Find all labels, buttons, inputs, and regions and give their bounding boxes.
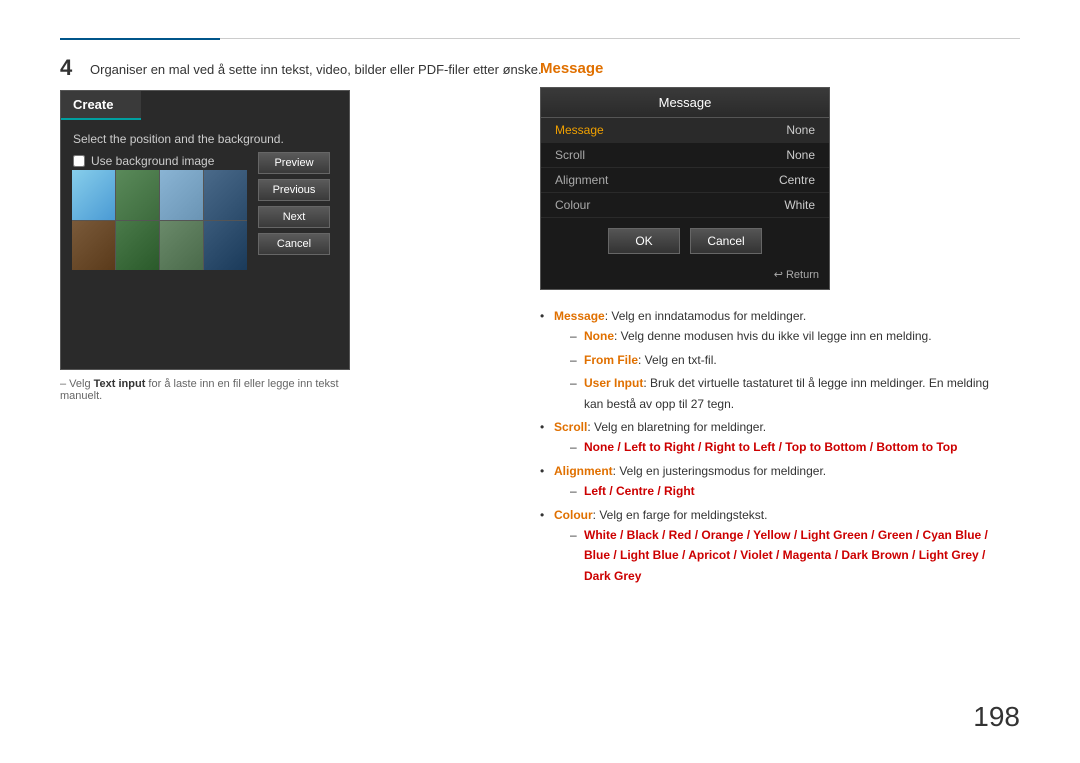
next-button[interactable]: Next: [258, 206, 330, 228]
note-bold: Text input: [94, 378, 146, 390]
use-background-checkbox[interactable]: [73, 155, 85, 167]
desc-colour: Colour: Velg en farge for meldingstekst.…: [540, 505, 1010, 587]
message-dialog-buttons: OK Cancel: [541, 218, 829, 264]
thumbnail-area: [72, 170, 247, 270]
desc-colour-options: White / Black / Red / Orange / Yellow / …: [584, 528, 988, 583]
dialog-ok-button[interactable]: OK: [608, 228, 680, 254]
desc-scroll-bold: Scroll: [554, 420, 587, 434]
message-row-scroll-label: Scroll: [555, 148, 585, 162]
desc-userinput-bold: User Input: [584, 376, 643, 390]
thumb-3: [160, 170, 203, 220]
thumbnail-grid: [72, 170, 247, 270]
message-row-message: Message None: [541, 118, 829, 143]
return-label: ↩ Return: [774, 268, 819, 281]
preview-button[interactable]: Preview: [258, 152, 330, 174]
desc-alignment-bold: Alignment: [554, 464, 613, 478]
desc-none: None: Velg denne modusen hvis du ikke vi…: [570, 326, 1010, 346]
step-number: 4: [60, 55, 72, 81]
message-row-colour: Colour White: [541, 193, 829, 218]
create-buttons: Preview Previous Next Cancel: [258, 152, 330, 255]
desc-scroll-options: None / Left to Right / Right to Left / T…: [584, 440, 957, 454]
create-panel-label: Select the position and the background.: [73, 132, 337, 146]
desc-scroll-values: None / Left to Right / Right to Left / T…: [570, 437, 1010, 457]
create-panel-header: Create: [61, 91, 141, 120]
dialog-return: ↩ Return: [541, 264, 829, 289]
desc-message: Message: Velg en inndatamodus for meldin…: [540, 306, 1010, 414]
message-row-alignment-value: Centre: [779, 173, 815, 187]
desc-alignment: Alignment: Velg en justeringsmodus for m…: [540, 461, 1010, 502]
thumb-8: [204, 221, 247, 271]
thumb-4: [204, 170, 247, 220]
dialog-cancel-button[interactable]: Cancel: [690, 228, 762, 254]
message-row-colour-value: White: [784, 198, 815, 212]
desc-colour-bold: Colour: [554, 508, 593, 522]
page-number: 198: [973, 701, 1020, 733]
desc-message-text: : Velg en inndatamodus for meldinger.: [605, 309, 806, 323]
cancel-button[interactable]: Cancel: [258, 233, 330, 255]
message-section: Message Message Message None Scroll None…: [540, 60, 1020, 589]
message-section-title: Message: [540, 60, 1020, 77]
step-description: Organiser en mal ved å sette inn tekst, …: [90, 62, 542, 77]
message-row-message-value: None: [786, 123, 815, 137]
desc-fromfile-bold: From File: [584, 353, 638, 367]
thumb-1: [72, 170, 115, 220]
desc-userinput: User Input: Bruk det virtuelle tastature…: [570, 373, 1010, 414]
desc-scroll: Scroll: Velg en blaretning for meldinger…: [540, 417, 1010, 458]
desc-colour-values: White / Black / Red / Orange / Yellow / …: [570, 525, 1010, 586]
message-row-scroll-value: None: [786, 148, 815, 162]
note-text: – Velg Text input for å laste inn en fil…: [60, 378, 350, 402]
desc-message-bold: Message: [554, 309, 605, 323]
message-row-message-label: Message: [555, 123, 604, 137]
desc-alignment-options: Left / Centre / Right: [584, 484, 695, 498]
message-dialog: Message Message None Scroll None Alignme…: [540, 87, 830, 290]
message-row-alignment: Alignment Centre: [541, 168, 829, 193]
message-row-alignment-label: Alignment: [555, 173, 608, 187]
description-list: Message: Velg en inndatamodus for meldin…: [540, 306, 1010, 586]
use-background-label: Use background image: [91, 154, 214, 168]
desc-alignment-values: Left / Centre / Right: [570, 481, 1010, 501]
desc-fromfile: From File: Velg en txt-fil.: [570, 350, 1010, 370]
message-row-scroll: Scroll None: [541, 143, 829, 168]
note-prefix: – Velg: [60, 378, 94, 390]
thumb-7: [160, 221, 203, 271]
thumb-2: [116, 170, 159, 220]
message-dialog-title: Message: [541, 88, 829, 118]
previous-button[interactable]: Previous: [258, 179, 330, 201]
message-row-colour-label: Colour: [555, 198, 590, 212]
top-accent-line: [60, 38, 220, 40]
thumb-5: [72, 221, 115, 271]
thumb-6: [116, 221, 159, 271]
desc-none-bold: None: [584, 329, 614, 343]
